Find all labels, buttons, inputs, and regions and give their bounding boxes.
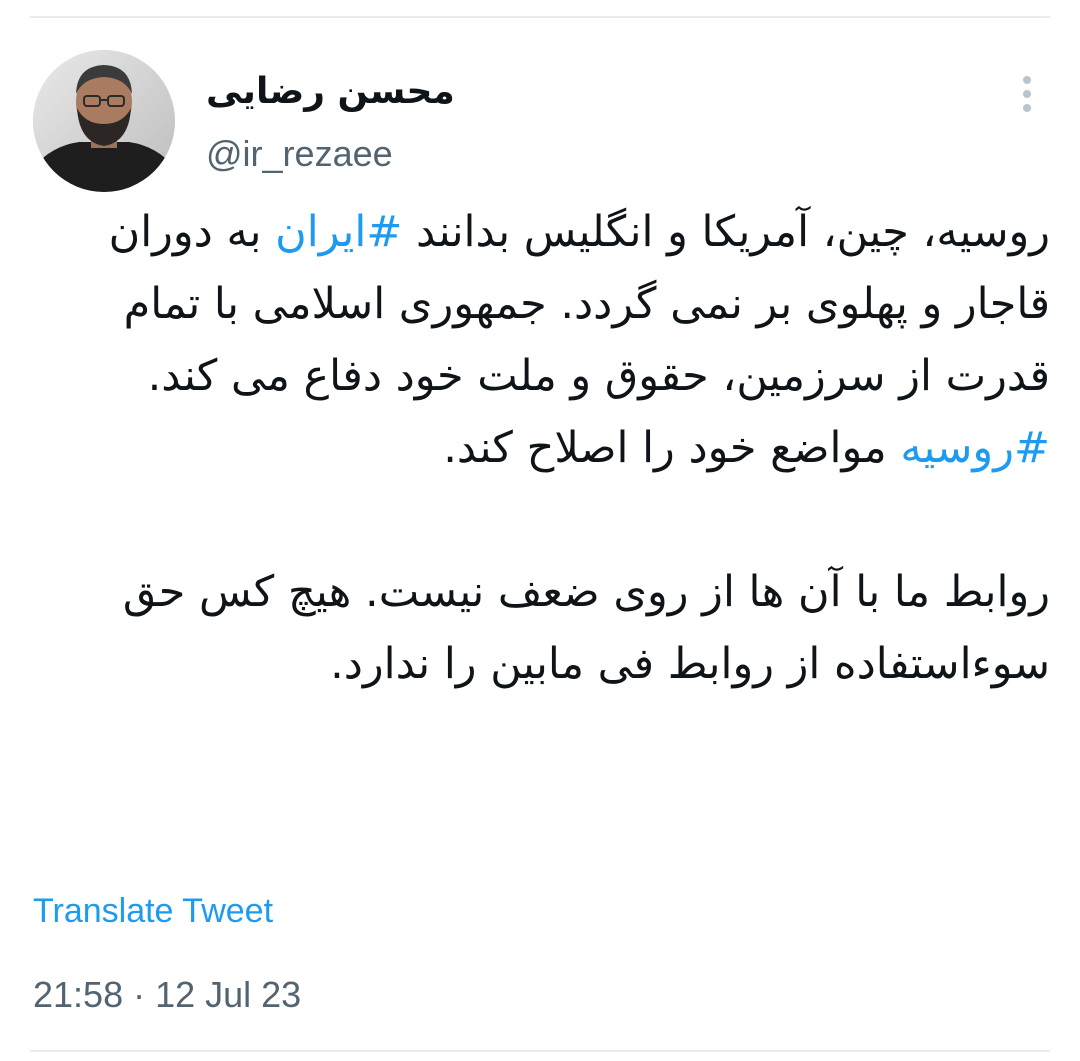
hashtag-link-iran[interactable]: #ایران [275,207,402,257]
tweet-text: روسیه، چین، آمریکا و انگلیس بدانند #ایرا… [30,196,1050,700]
more-vertical-icon[interactable] [1012,74,1042,114]
tweet-text-segment: مواضع خود را اصلاح کند. [443,423,901,473]
top-divider [30,16,1050,18]
hashtag-link-russia[interactable]: #روسیه [900,423,1050,473]
avatar-image [33,50,175,192]
tweet-timestamp[interactable]: 21:58 · 12 Jul 23 [33,973,301,1017]
tweet-text-segment: روسیه، چین، آمریکا و انگلیس بدانند [402,207,1050,257]
tweet-paragraph-2: روابط ما با آن ها از روی ضعف نیست. هیچ ک… [122,567,1050,689]
avatar[interactable] [33,50,175,192]
tweet-paragraph-1: روسیه، چین، آمریکا و انگلیس بدانند #ایرا… [30,196,1050,484]
translate-tweet-link[interactable]: Translate Tweet [33,890,273,932]
author-handle[interactable]: @ir_rezaee [206,132,393,176]
author-display-name[interactable]: محسن رضایی [206,70,455,114]
bottom-divider [30,1050,1050,1052]
